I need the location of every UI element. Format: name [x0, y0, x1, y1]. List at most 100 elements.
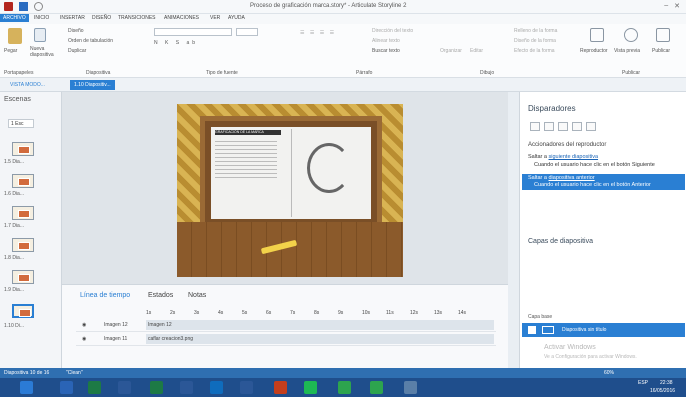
preview-icon[interactable] [624, 28, 638, 42]
delete-trigger-button[interactable] [572, 122, 582, 131]
slide-thumbnail[interactable] [12, 206, 34, 220]
visibility-toggle[interactable]: ◉ [82, 322, 86, 328]
spotify-icon[interactable] [304, 381, 317, 394]
new-trigger-button[interactable] [530, 122, 540, 131]
slide-info: Diapositiva 10 de 16 [4, 370, 50, 376]
slide[interactable]: GRAFICACIÓN DE LA MARCA [177, 104, 403, 277]
layout-button[interactable]: Diseño [68, 28, 84, 34]
right-panel: Disparadores Accionadores del reproducto… [519, 92, 686, 368]
minimize-icon[interactable]: – [664, 2, 668, 10]
ruler-tick: 14s [458, 310, 467, 316]
base-layer-item[interactable]: Diapositiva sin título [522, 323, 685, 337]
clock-time[interactable]: 22:38 [660, 380, 673, 386]
zoom-level[interactable]: 60% [604, 370, 614, 376]
excel-icon[interactable] [88, 381, 101, 394]
paste-icon[interactable] [8, 28, 22, 44]
trigger-desc: Cuando el usuario hace clic en el botón … [534, 182, 651, 188]
slide-canvas: GRAFICACIÓN DE LA MARCA [62, 92, 508, 284]
close-icon[interactable]: ✕ [674, 2, 680, 10]
trigger-link[interactable]: siguiente diapositiva [549, 154, 599, 160]
tab-transiciones[interactable]: TRANSICIONES [118, 15, 156, 21]
font-family-select[interactable] [154, 28, 232, 36]
slide-thumbnail[interactable] [12, 270, 34, 284]
timeline-row[interactable]: ◉ Imagen 11 caflar creacion3.png [76, 333, 496, 346]
slide-label: 1.9 Dia... [4, 287, 25, 293]
scenes-title: Escenas [4, 96, 31, 103]
new-slide-label: Nueva diapositiva [30, 46, 54, 58]
word-icon[interactable] [180, 381, 193, 394]
scenes-panel: Escenas 1 Esc 1.5 Dia... 1.6 Dia... 1.7 … [0, 92, 62, 368]
excel-icon[interactable] [150, 381, 163, 394]
text-direction-button[interactable]: Dirección del texto [372, 28, 413, 34]
language-indicator[interactable]: ESP [638, 380, 648, 386]
group-publish: Publicar [622, 70, 641, 76]
preview-label: Vista previa [614, 48, 641, 54]
tab-animaciones[interactable]: ANIMACIONES [164, 15, 199, 21]
shape-fill-button[interactable]: Relleno de la forma [514, 28, 557, 34]
align-text-button[interactable]: Alinear texto [372, 38, 400, 44]
slide-thumbnail-selected[interactable] [12, 304, 34, 318]
app-icon[interactable] [404, 381, 417, 394]
slide-thumbnail[interactable] [12, 142, 34, 156]
scene-select[interactable]: 1 Esc [8, 119, 34, 128]
tab-archivo[interactable]: ARCHIVO [0, 14, 29, 22]
edge-icon[interactable] [60, 381, 73, 394]
trigger-item[interactable]: Saltar a siguiente diapositiva [528, 154, 598, 160]
powerpoint-icon[interactable] [274, 381, 287, 394]
timeline-ruler[interactable]: 1s 2s 3s 4s 5s 6s 7s 8s 9s 10s 11s 12s 1… [140, 310, 500, 317]
timeline-bar[interactable]: Imagen 12 [146, 320, 494, 330]
ruler-tick: 12s [410, 310, 419, 316]
visibility-toggle[interactable]: ◉ [82, 336, 86, 342]
app-icon-green[interactable] [370, 381, 383, 394]
edit-button[interactable]: Editar [470, 48, 483, 54]
word-icon[interactable] [118, 381, 131, 394]
move-up-button[interactable] [586, 122, 596, 131]
slide-thumbnail[interactable] [12, 238, 34, 252]
timeline-bar[interactable]: caflar creacion3.png [146, 334, 494, 344]
font-size-select[interactable] [236, 28, 258, 36]
find-text-button[interactable]: Buscar texto [372, 48, 400, 54]
tab-order-button[interactable]: Orden de tabulación [68, 38, 113, 44]
trigger-link[interactable]: diapositiva anterior [549, 175, 595, 181]
slide-tab[interactable]: 1.10 Diapositiv... [70, 80, 115, 90]
checkbox[interactable] [528, 326, 536, 334]
tab-inicio[interactable]: INICIO [34, 15, 49, 21]
tab-timeline[interactable]: Línea de tiempo [80, 292, 130, 299]
logo-image[interactable] [307, 143, 351, 193]
base-layer-name: Diapositiva sin título [562, 327, 607, 333]
tab-states[interactable]: Estados [148, 292, 173, 299]
ruler-tick: 2s [170, 310, 176, 316]
font-format-buttons[interactable]: N K S ab [154, 40, 198, 46]
publish-icon[interactable] [656, 28, 670, 42]
story-view-tab[interactable]: VISTA MODO... [6, 80, 49, 90]
slide-thumbnail[interactable] [12, 174, 34, 188]
tab-ayuda[interactable]: AYUDA [228, 15, 245, 21]
player-icon[interactable] [590, 28, 604, 42]
trigger-item-selected[interactable]: Saltar a diapositiva anterior Cuando el … [522, 174, 685, 190]
windows-start-icon[interactable] [20, 381, 33, 394]
undo-icon[interactable] [34, 2, 43, 11]
board-frame[interactable]: GRAFICACIÓN DE LA MARCA [200, 116, 382, 230]
timeline-panel: Línea de tiempo Estados Notas 1s 2s 3s 4… [62, 284, 508, 368]
copy-trigger-button[interactable] [558, 122, 568, 131]
ruler-tick: 5s [242, 310, 248, 316]
outlook-icon[interactable] [210, 381, 223, 394]
duplicate-button[interactable]: Duplicar [68, 48, 86, 54]
clock-date[interactable]: 16/05/2016 [650, 388, 675, 394]
status-bar: Diapositiva 10 de 16 "Clean" 60% [0, 368, 686, 378]
tab-diseno[interactable]: DISEÑO [92, 15, 111, 21]
word-icon[interactable] [240, 381, 253, 394]
tab-insertar[interactable]: INSERTAR [60, 15, 85, 21]
timeline-row[interactable]: ◉ Imagen 12 Imagen 12 [76, 319, 496, 332]
tab-notes[interactable]: Notas [188, 292, 206, 299]
arrange-button[interactable]: Organizar [440, 48, 462, 54]
shape-outline-button[interactable]: Diseño de la forma [514, 38, 556, 44]
app-icon-green[interactable] [338, 381, 351, 394]
paragraph-buttons[interactable]: ☰ ☰ ☰ ☰ [300, 30, 336, 36]
edit-trigger-button[interactable] [544, 122, 554, 131]
new-slide-icon[interactable] [34, 28, 46, 42]
slide-label: 1.10 Di... [4, 323, 25, 329]
tab-ver[interactable]: VER [210, 15, 220, 21]
save-icon[interactable] [19, 2, 28, 11]
shape-effects-button[interactable]: Efecto de la forma [514, 48, 555, 54]
